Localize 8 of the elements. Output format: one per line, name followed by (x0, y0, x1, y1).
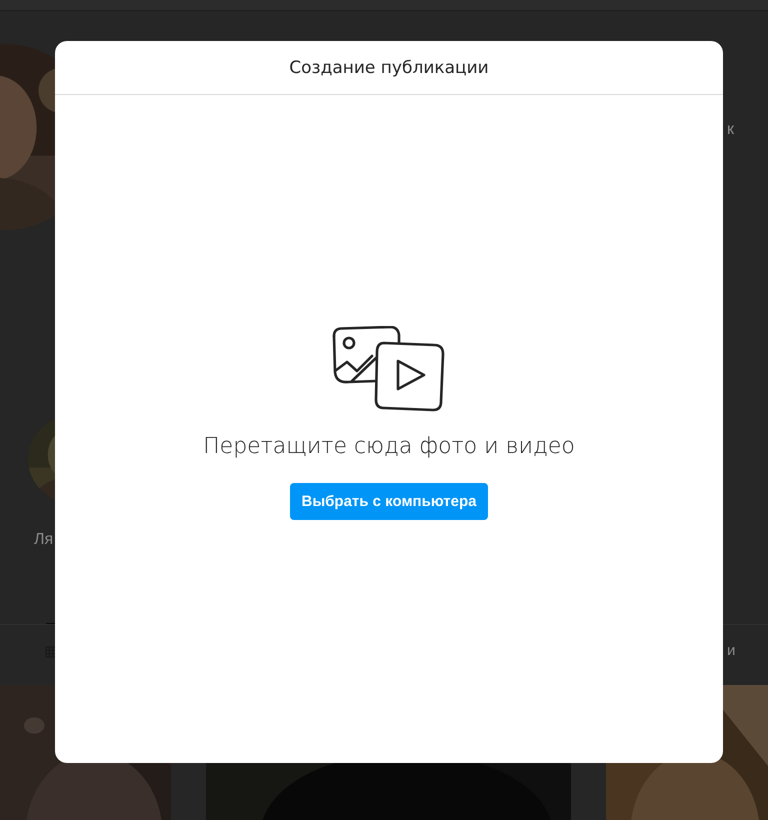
drop-prompt: Перетащите сюда фото и видео (203, 434, 575, 459)
select-from-computer-button[interactable]: Выбрать с компьютера (290, 483, 488, 520)
grid-icon (45, 646, 57, 658)
dialog-title: Создание публикации (289, 58, 489, 78)
background-text: к (727, 121, 734, 139)
photo-and-video-icon (332, 326, 446, 412)
background-text: и (727, 642, 736, 659)
background-text: Ля (34, 531, 54, 549)
